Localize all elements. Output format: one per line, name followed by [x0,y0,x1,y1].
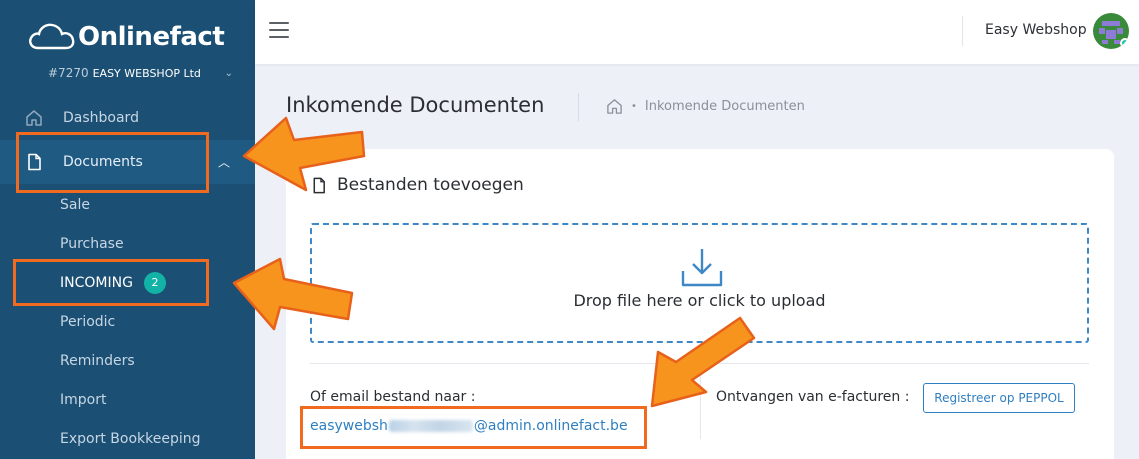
email-label: Of email bestand naar : [310,389,476,405]
header-divider [962,16,963,46]
user-name[interactable]: Easy Webshop [985,22,1087,38]
annotation-highlight-documents [16,132,209,193]
avatar[interactable] [1093,13,1129,49]
sidebar-subitem-periodic[interactable]: Periodic [60,314,115,330]
company-number: #7270 [48,66,89,80]
register-peppol-button[interactable]: Registreer op PEPPOL [923,383,1075,413]
dropzone-text: Drop file here or click to upload [573,291,826,310]
top-header: Easy Webshop [255,0,1139,64]
chevron-down-icon: ⌄ [224,67,233,79]
company-selector[interactable]: #7270 EASY WEBSHOP Ltd ⌄ [48,66,233,80]
breadcrumb: • Inkomende Documenten [606,98,805,115]
annotation-highlight-incoming [13,259,209,306]
cloud-icon [29,23,75,50]
online-status-dot [1120,38,1129,48]
title-divider [578,93,579,121]
chevron-up-icon: ︿ [218,155,231,170]
home-icon[interactable] [606,98,623,115]
annotation-arrow-icon [650,316,756,408]
download-tray-icon [681,249,723,287]
sidebar-subitem-import[interactable]: Import [60,392,106,408]
sidebar-item-label: Dashboard [63,110,139,126]
annotation-arrow-icon [242,116,366,192]
brand-logo[interactable]: Onlinefact [28,20,225,54]
annotation-highlight-email [300,406,647,449]
sidebar-subitem-export-bookkeeping[interactable]: Export Bookkeeping [60,431,201,447]
breadcrumb-separator: • [631,101,637,112]
sidebar-subitem-reminders[interactable]: Reminders [60,353,135,369]
hamburger-icon[interactable] [269,22,289,38]
sidebar-subitem-sale[interactable]: Sale [60,197,90,213]
home-icon [26,110,42,126]
breadcrumb-current: Inkomende Documenten [644,99,805,114]
brand-name: Onlinefact [78,22,225,52]
sidebar-subitem-purchase[interactable]: Purchase [60,236,124,252]
sidebar: Onlinefact #7270 EASY WEBSHOP Ltd ⌄ Dash… [0,0,255,459]
company-name: EASY WEBSHOP Ltd [92,66,201,80]
annotation-arrow-icon [232,257,354,331]
